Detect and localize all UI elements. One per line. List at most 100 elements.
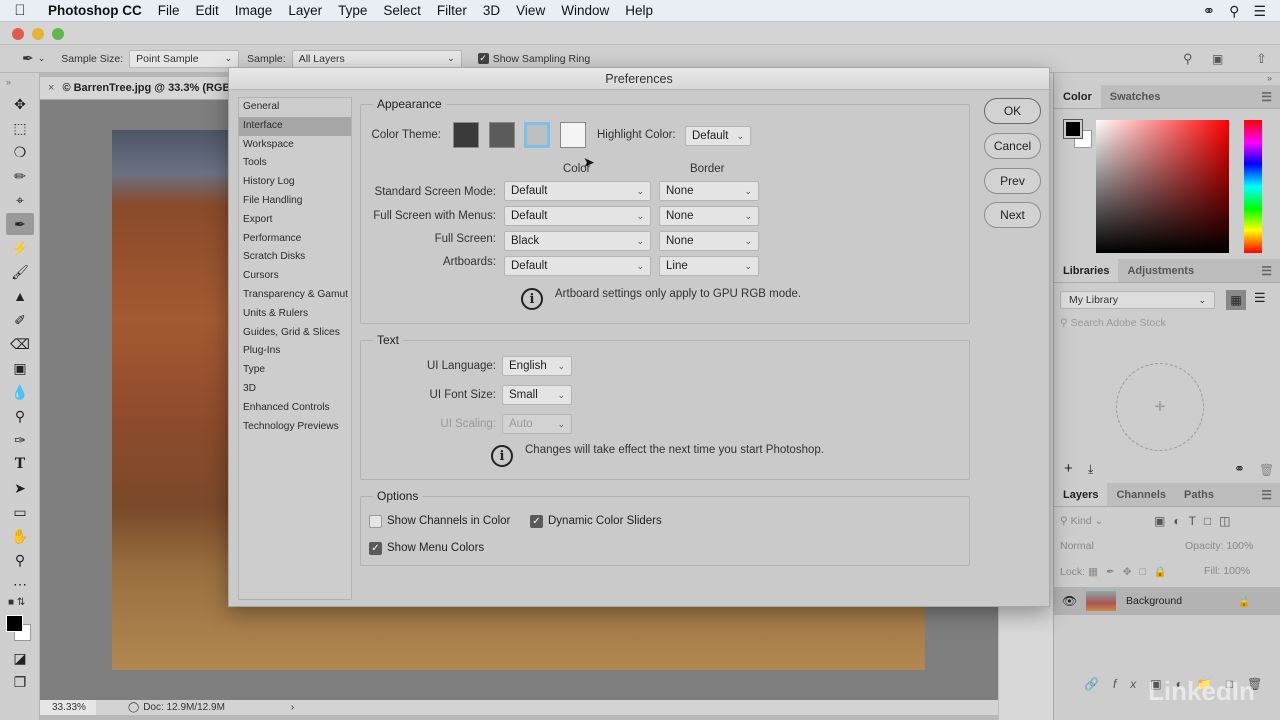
add-content-icon[interactable]: + xyxy=(1064,460,1073,477)
notification-center-icon[interactable]: ☰ xyxy=(1253,3,1266,20)
type-tool-icon[interactable]: T xyxy=(6,453,34,475)
theme-swatch-light-selected[interactable] xyxy=(524,122,550,148)
eyedropper-tool-icon[interactable]: ✒ xyxy=(6,213,34,235)
nav-performance[interactable]: Performance xyxy=(239,230,351,249)
layer-row[interactable]: 👁 Background 🔒 xyxy=(1054,587,1280,615)
add-library-item-dropzone[interactable]: + xyxy=(1116,363,1204,451)
nav-file-handling[interactable]: File Handling xyxy=(239,192,351,211)
menu-image[interactable]: Image xyxy=(227,3,281,18)
panel-menu-icon[interactable]: ☰ xyxy=(1261,85,1280,108)
foreground-color-swatch[interactable] xyxy=(6,615,23,632)
screen-mode-icon[interactable]: ❐ xyxy=(6,671,34,693)
tab-color[interactable]: Color xyxy=(1054,85,1101,108)
show-channels-in-color-label[interactable]: Show Channels in Color xyxy=(387,515,510,527)
expand-panels-icon[interactable]: » xyxy=(1054,73,1280,85)
tab-layers[interactable]: Layers xyxy=(1054,483,1108,506)
nav-enhanced-controls[interactable]: Enhanced Controls xyxy=(239,399,351,418)
close-document-icon[interactable]: × xyxy=(48,82,54,94)
menu-view[interactable]: View xyxy=(508,3,553,18)
next-button[interactable]: Next xyxy=(984,202,1041,228)
full-screen-menus-color-select[interactable]: Default ⌄ xyxy=(504,206,651,226)
share-icon[interactable]: ⇧ xyxy=(1256,51,1267,67)
cancel-button[interactable]: Cancel xyxy=(984,133,1041,159)
more-tools-icon[interactable]: ⋯ xyxy=(6,573,34,595)
artboards-border-select[interactable]: Line ⌄ xyxy=(659,256,759,276)
nav-scratch-disks[interactable]: Scratch Disks xyxy=(239,248,351,267)
show-menu-colors-label[interactable]: Show Menu Colors xyxy=(387,542,484,554)
blur-tool-icon[interactable]: 💧 xyxy=(6,381,34,403)
tab-paths[interactable]: Paths xyxy=(1175,483,1223,506)
close-window-button[interactable] xyxy=(12,28,24,40)
full-screen-color-select[interactable]: Black ⌄ xyxy=(504,231,651,251)
panel-menu-icon[interactable]: ☰ xyxy=(1261,259,1280,282)
tab-adjustments[interactable]: Adjustments xyxy=(1118,259,1203,282)
theme-swatch-dark[interactable] xyxy=(489,122,515,148)
sample-size-select[interactable]: Point Sample ⌄ xyxy=(129,49,240,68)
marquee-tool-icon[interactable]: ⬚ xyxy=(6,117,34,139)
crop-tool-icon[interactable]: ⌖ xyxy=(6,189,34,211)
standard-screen-mode-color-select[interactable]: Default ⌄ xyxy=(504,181,651,201)
fill-field[interactable]: Fill: 100% xyxy=(1204,565,1250,577)
panel-menu-icon[interactable]: ☰ xyxy=(1261,483,1280,506)
menu-help[interactable]: Help xyxy=(617,3,661,18)
delete-icon[interactable]: 🗑 xyxy=(1259,463,1274,477)
ui-font-size-select[interactable]: Small ⌄ xyxy=(502,385,572,405)
dynamic-color-sliders-label[interactable]: Dynamic Color Sliders xyxy=(548,515,662,527)
tab-libraries[interactable]: Libraries xyxy=(1054,259,1119,282)
move-tool-icon[interactable]: ✥ xyxy=(6,93,34,115)
full-screen-border-select[interactable]: None ⌄ xyxy=(659,231,759,251)
path-selection-tool-icon[interactable]: ➤ xyxy=(6,477,34,499)
nav-interface[interactable]: Interface xyxy=(239,116,351,136)
creative-cloud-icon[interactable]: ⚭ xyxy=(1203,2,1216,20)
gradient-tool-icon[interactable]: ▣ xyxy=(6,357,34,379)
preset-chevron-icon[interactable]: ⌄ xyxy=(38,53,46,64)
workspace-switcher-icon[interactable]: ▣ xyxy=(1212,52,1223,66)
eyedropper-tool-preset-icon[interactable]: ✒ xyxy=(22,50,34,67)
list-view-icon[interactable]: ☰ xyxy=(1254,290,1266,306)
ui-language-select[interactable]: English ⌄ xyxy=(502,356,572,376)
theme-swatch-lightest[interactable] xyxy=(560,122,586,148)
quick-selection-tool-icon[interactable]: ✏ xyxy=(6,165,34,187)
sample-select[interactable]: All Layers ⌄ xyxy=(291,49,462,68)
creative-cloud-sync-icon[interactable]: ⚭ xyxy=(1234,461,1245,477)
nav-guides-grid-slices[interactable]: Guides, Grid & Slices xyxy=(239,324,351,343)
dodge-tool-icon[interactable]: ⚲ xyxy=(6,405,34,427)
history-brush-tool-icon[interactable]: ✐ xyxy=(6,309,34,331)
nav-cursors[interactable]: Cursors xyxy=(239,267,351,286)
menu-layer[interactable]: Layer xyxy=(280,3,330,18)
nav-general[interactable]: General xyxy=(239,98,351,117)
zoom-window-button[interactable] xyxy=(52,28,64,40)
blend-mode-select[interactable]: Normal xyxy=(1060,540,1094,552)
spotlight-search-icon[interactable]: ⚲ xyxy=(1229,3,1239,20)
nav-history-log[interactable]: History Log xyxy=(239,173,351,192)
pen-tool-icon[interactable]: ✑ xyxy=(6,429,34,451)
menu-window[interactable]: Window xyxy=(553,3,617,18)
lasso-tool-icon[interactable]: ❍ xyxy=(6,141,34,163)
nav-tools[interactable]: Tools xyxy=(239,154,351,173)
hand-tool-icon[interactable]: ✋ xyxy=(6,525,34,547)
rectangle-tool-icon[interactable]: ▭ xyxy=(6,501,34,523)
theme-swatch-darkest[interactable] xyxy=(453,122,479,148)
standard-screen-mode-border-select[interactable]: None ⌄ xyxy=(659,181,759,201)
upload-icon[interactable]: ⤓ xyxy=(1088,462,1093,477)
filter-icons[interactable]: ▣◐T□◫ xyxy=(1154,514,1239,528)
menu-file[interactable]: File xyxy=(150,3,188,18)
lock-icons[interactable]: ▦✒✥□🔒 xyxy=(1088,566,1175,578)
nav-type[interactable]: Type xyxy=(239,361,351,380)
visibility-eye-icon[interactable]: 👁 xyxy=(1062,594,1080,608)
nav-export[interactable]: Export xyxy=(239,211,351,230)
zoom-level-field[interactable]: 33.33% xyxy=(40,700,96,715)
menu-edit[interactable]: Edit xyxy=(188,3,227,18)
healing-brush-tool-icon[interactable]: ⚡ xyxy=(6,237,34,259)
nav-units-rulers[interactable]: Units & Rulers xyxy=(239,305,351,324)
document-tab[interactable]: × © BarrenTree.jpg @ 33.3% (RGB xyxy=(40,77,230,100)
nav-transparency-gamut[interactable]: Transparency & Gamut xyxy=(239,286,351,305)
brush-tool-icon[interactable]: 🖌 xyxy=(6,261,34,283)
menu-app[interactable]: Photoshop CC xyxy=(40,3,150,18)
zoom-tool-icon[interactable]: ⚲ xyxy=(6,549,34,571)
clone-stamp-tool-icon[interactable]: ▲ xyxy=(6,285,34,307)
color-field[interactable] xyxy=(1096,120,1229,253)
show-channels-in-color-checkbox[interactable] xyxy=(369,515,382,528)
opacity-field[interactable]: Opacity: 100% xyxy=(1185,540,1253,552)
tab-channels[interactable]: Channels xyxy=(1107,483,1175,506)
